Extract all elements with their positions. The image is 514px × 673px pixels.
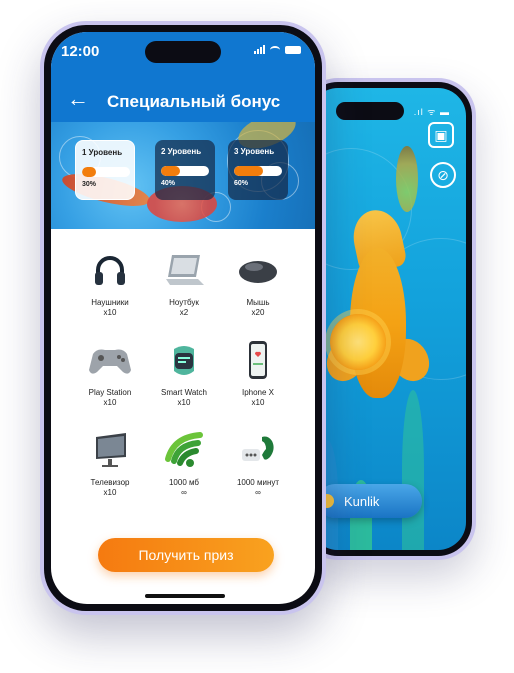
prize-item[interactable]: 1000 минут ∞ [221,428,295,498]
mouse-icon [234,248,282,294]
prize-qty: x10 [103,488,117,497]
prize-qty: ∞ [181,488,187,497]
prize-qty: x10 [103,308,117,317]
prize-grid: Наушники x10 Ноутбук x2 Мышь x20 Play St… [73,248,295,498]
levels-banner: 1 Уровень 30% 2 Уровень 40% 3 Уровень 60… [51,122,315,229]
prize-qty: x20 [251,308,265,317]
prize-name: Smart Watch [161,388,207,397]
level-progress-bar [234,166,282,176]
sun-medallion [330,314,386,370]
prize-item[interactable]: Iphone X x10 [221,338,295,408]
phone-call-icon [234,428,282,474]
prize-item[interactable]: Телевизор x10 [73,428,147,498]
level-card-3[interactable]: 3 Уровень 60% [228,140,288,200]
wifi-status-icon [270,45,280,54]
prize-qty: x10 [103,398,117,407]
back-phone-screen: .ıl ᯤ ▬ ▣ ⊘ Kunlik [310,88,466,550]
signal-icon [254,45,265,54]
battery-icon [285,45,301,54]
treasure-chest-icon[interactable]: ▣ [428,122,454,148]
daily-button-label: Kunlik [344,493,380,509]
prize-item[interactable]: Ноутбук x2 [147,248,221,318]
app-header: 12:00 ← Специальный бонус [51,32,315,122]
level-progress-bar [82,167,130,177]
daily-button[interactable]: Kunlik [318,484,422,518]
small-koi-fish [396,146,418,212]
status-time: 12:00 [61,43,100,60]
wifi-icon [160,428,208,474]
prize-name: Наушники [91,298,129,307]
tv-icon [86,428,134,474]
prize-item[interactable]: Play Station x10 [73,338,147,408]
gamepad-icon [86,338,134,384]
level-card-1[interactable]: 1 Уровень 30% [75,140,135,200]
prize-qty: ∞ [255,488,261,497]
smartwatch-icon [160,338,208,384]
dynamic-island [336,102,404,120]
level-name: 2 Уровень [161,147,202,156]
smartphone-icon [234,338,282,384]
back-phone-mockup: .ıl ᯤ ▬ ▣ ⊘ Kunlik [300,78,476,560]
prize-name: 1000 минут [236,478,280,487]
prize-qty: x2 [179,308,189,317]
prize-item[interactable]: 1000 мб ∞ [147,428,221,498]
claim-prize-button[interactable]: Получить приз [98,538,274,572]
prize-name: Мышь [246,298,270,307]
level-progress-fill [82,167,97,177]
front-phone-screen: 12:00 ← Специальный бонус 1 Уровень 30% … [51,32,315,604]
level-percent: 30% [82,181,97,188]
level-name: 3 Уровень [234,147,275,156]
page-title: Специальный бонус [107,92,281,111]
prize-item[interactable]: Наушники x10 [73,248,147,318]
level-percent: 40% [161,180,176,187]
prize-item[interactable]: Smart Watch x10 [147,338,221,408]
status-icons [254,45,301,54]
prize-name: Iphone X [241,388,275,397]
level-card-2[interactable]: 2 Уровень 40% [155,140,215,200]
back-arrow-icon[interactable]: ← [67,88,89,110]
compass-icon[interactable]: ⊘ [430,162,456,188]
prize-name: Play Station [88,388,132,397]
level-progress-fill [161,166,181,176]
level-progress-fill [234,166,263,176]
headphones-icon [86,248,134,294]
prize-name: Ноутбук [169,298,199,307]
level-name: 1 Уровень [82,148,123,157]
laptop-icon [160,248,208,294]
status-icons: .ıl ᯤ ▬ [413,107,450,117]
prize-name: Телевизор [90,478,130,487]
prize-name: 1000 мб [168,478,199,487]
level-percent: 60% [234,180,249,187]
dynamic-island [145,41,221,63]
home-indicator [145,594,225,598]
level-progress-bar [161,166,209,176]
prize-item[interactable]: Мышь x20 [221,248,295,318]
prize-qty: x10 [251,398,265,407]
front-phone-mockup: 12:00 ← Специальный бонус 1 Уровень 30% … [40,21,326,615]
prize-qty: x10 [177,398,191,407]
